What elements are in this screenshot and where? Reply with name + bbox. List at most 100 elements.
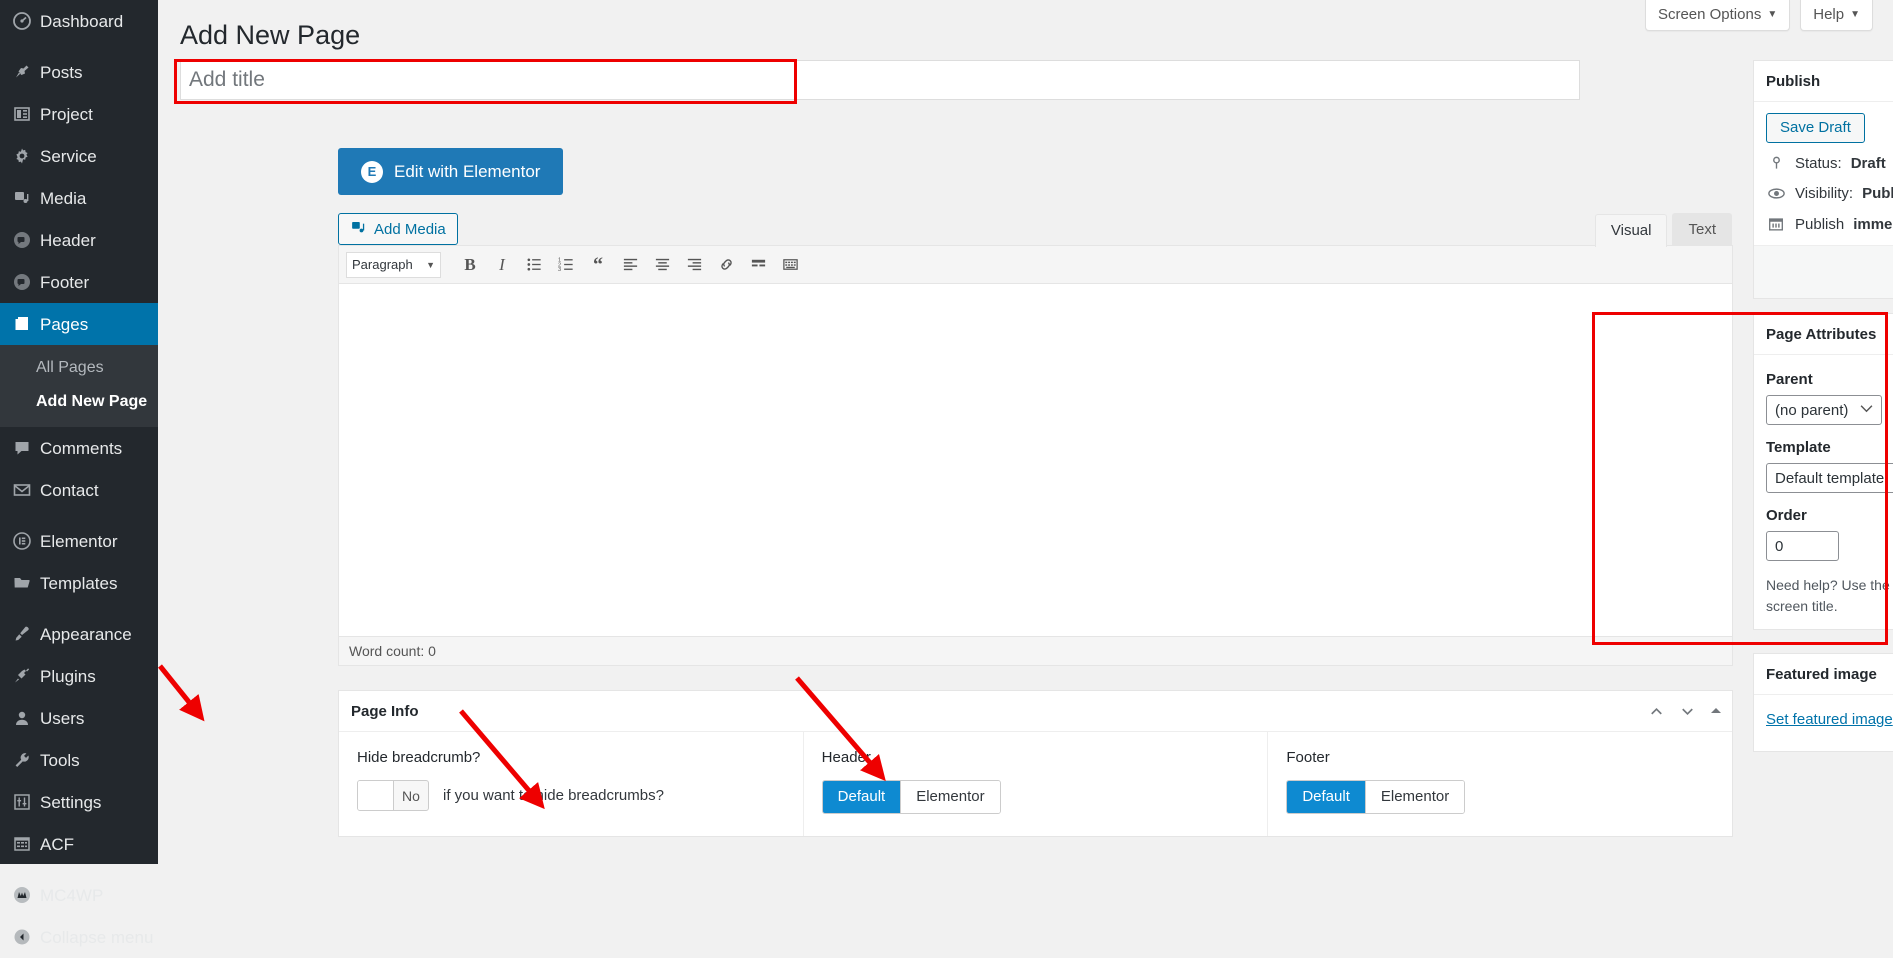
add-media-button[interactable]: Add Media — [338, 213, 458, 245]
sidebar-item-acf[interactable]: ACF — [0, 823, 158, 865]
publish-footer: Publish — [1754, 245, 1893, 298]
main-content: Screen Options ▼ Help ▼ Add New Page E Edi… — [158, 0, 1893, 864]
submenu-item-all-pages[interactable]: All Pages — [0, 351, 158, 385]
footer-option-elementor[interactable]: Elementor — [1365, 781, 1465, 813]
template-select[interactable]: Default template — [1766, 463, 1893, 493]
footer-option-default[interactable]: Default — [1287, 781, 1366, 813]
sidebar-item-settings[interactable]: Settings — [0, 781, 158, 823]
schedule-row: Publish immediately Edit — [1766, 215, 1893, 233]
add-media-label: Add Media — [374, 220, 446, 238]
submenu-item-add-new-page[interactable]: Add New Page — [0, 385, 158, 419]
move-up-icon[interactable] — [1647, 702, 1666, 721]
wrench-icon — [12, 748, 40, 772]
header-option-default[interactable]: Default — [822, 781, 902, 813]
hide-breadcrumb-toggle[interactable]: No — [357, 780, 429, 811]
sidebar-item-comments[interactable]: Comments — [0, 427, 158, 469]
sidebar-item-collapse-menu[interactable]: Collapse menu — [0, 916, 158, 958]
sidebar-item-contact[interactable]: Contact — [0, 469, 158, 511]
help-button[interactable]: Help ▼ — [1800, 0, 1873, 31]
order-label: Order — [1766, 507, 1807, 524]
align-left-icon[interactable] — [615, 250, 645, 280]
tab-text[interactable]: Text — [1672, 213, 1732, 246]
order-input[interactable] — [1766, 531, 1839, 561]
tab-visual[interactable]: Visual — [1594, 214, 1668, 247]
footer-field-label: Footer — [1286, 749, 1330, 766]
collapse-arrow-icon — [12, 925, 40, 949]
screen-options-label: Screen Options — [1657, 6, 1762, 23]
sidebar-item-plugins[interactable]: Plugins — [0, 655, 158, 697]
paragraph-format-value: Paragraph — [352, 257, 413, 272]
pages-submenu: All Pages Add New Page — [0, 345, 158, 427]
align-right-icon[interactable] — [679, 250, 709, 280]
pin-status-icon — [1766, 155, 1786, 172]
toggle-panel-icon[interactable] — [1709, 704, 1723, 718]
sidebar-item-label: Pages — [40, 314, 89, 334]
calendar-icon — [1766, 215, 1786, 233]
envelope-icon — [12, 478, 40, 502]
media-plus-icon — [350, 219, 367, 240]
header-option-elementor[interactable]: Elementor — [901, 781, 1000, 813]
elementor-badge-icon: E — [361, 160, 383, 183]
paragraph-format-select[interactable]: Paragraph ▼ — [346, 251, 441, 278]
sidebar-item-label: Contact — [40, 480, 99, 500]
italic-icon[interactable]: I — [487, 250, 517, 280]
svg-text:3: 3 — [558, 267, 561, 273]
hide-breadcrumb-hint: if you want to hide breadcrumbs? — [443, 787, 664, 804]
read-more-icon[interactable] — [743, 250, 773, 280]
visibility-row: Visibility: Public Edit — [1766, 184, 1893, 203]
link-icon[interactable] — [711, 250, 741, 280]
sidebar-item-users[interactable]: Users — [0, 697, 158, 739]
sidebar-item-appearance[interactable]: Appearance — [0, 613, 158, 655]
sidebar-item-pages[interactable]: Pages — [0, 303, 166, 345]
sidebar-item-tools[interactable]: Tools — [0, 739, 158, 781]
pin-icon — [12, 60, 40, 84]
numbered-list-icon[interactable]: 123 — [551, 250, 581, 280]
sidebar-item-label: Project — [40, 104, 93, 124]
editor-content-area[interactable] — [339, 284, 1732, 636]
sidebar-item-service[interactable]: Service — [0, 135, 158, 177]
align-center-icon[interactable] — [647, 250, 677, 280]
hide-breadcrumb-label: Hide breadcrumb? — [357, 749, 481, 766]
page-attributes-body: Parent (no parent) Template Default temp… — [1754, 355, 1893, 629]
sidebar-item-label: Footer — [40, 272, 90, 292]
sidebar-item-templates[interactable]: Templates — [0, 562, 158, 604]
sidebar-item-label: Appearance — [40, 624, 132, 644]
sidebar-item-media[interactable]: Media — [0, 177, 158, 219]
parent-select-value: (no parent) — [1775, 401, 1849, 419]
word-count: Word count: 0 — [339, 636, 1732, 665]
parent-select[interactable]: (no parent) — [1766, 395, 1883, 425]
bold-icon[interactable]: B — [455, 250, 485, 280]
elementor-icon — [12, 529, 40, 553]
schedule-value: immediately — [1853, 215, 1893, 233]
sidebar-item-posts[interactable]: Posts — [0, 51, 158, 93]
chevron-down-icon: ▼ — [1767, 9, 1778, 20]
sidebar-item-label: Tools — [40, 750, 80, 770]
sidebar-item-footer[interactable]: Footer — [0, 261, 158, 303]
sidebar-item-mc4wp[interactable]: MC4WP — [0, 874, 158, 916]
toggle-value: No — [402, 787, 420, 804]
save-draft-button[interactable]: Save Draft — [1766, 113, 1865, 143]
set-featured-image-link[interactable]: Set featured image — [1766, 711, 1893, 728]
edit-with-elementor-button[interactable]: E Edit with Elementor — [338, 148, 564, 195]
media-icon — [12, 186, 40, 210]
content-editor: Visual Text Paragraph ▼ B I 123 “ Word c… — [338, 213, 1733, 666]
footer-field: Footer Default Elementor — [1268, 732, 1732, 836]
edit-with-elementor-label: Edit with Elementor — [394, 161, 541, 181]
toolbar-toggle-icon[interactable] — [775, 250, 805, 280]
publish-title: Publish — [1766, 72, 1821, 90]
folder-icon — [12, 571, 40, 595]
sidebar-item-project[interactable]: Project — [0, 93, 158, 135]
post-title-input[interactable] — [180, 60, 1580, 100]
blockquote-icon[interactable]: “ — [583, 250, 613, 280]
header-field: Header Default Elementor — [804, 732, 1269, 836]
sidebar-item-dashboard[interactable]: Dashboard — [0, 0, 158, 42]
hide-breadcrumb-row: No if you want to hide breadcrumbs? — [357, 780, 789, 811]
sidebar-item-header[interactable]: Header — [0, 219, 158, 261]
featured-image-body: Set featured image — [1754, 695, 1893, 751]
move-down-icon[interactable] — [1678, 702, 1697, 721]
sidebar-item-label: Plugins — [40, 666, 96, 686]
mailchimp-icon — [12, 883, 40, 907]
bulleted-list-icon[interactable] — [519, 250, 549, 280]
sidebar-item-elementor[interactable]: Elementor — [0, 520, 158, 562]
screen-options-button[interactable]: Screen Options ▼ — [1644, 0, 1791, 31]
